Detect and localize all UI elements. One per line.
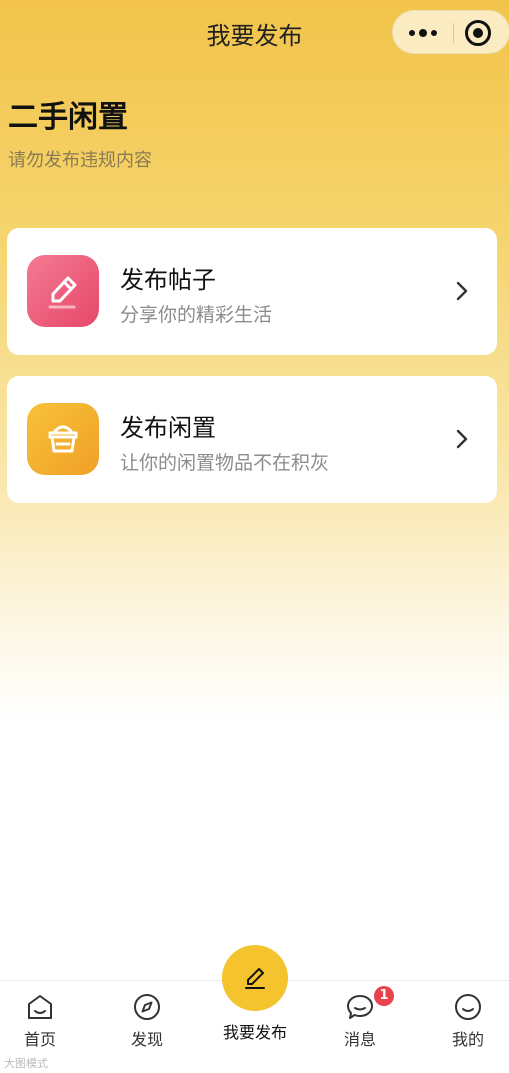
page-subtitle: 请勿发布违规内容 (8, 150, 152, 171)
card-title: 发布闲置 (120, 414, 216, 442)
tab-mine[interactable]: 我的 (428, 992, 508, 1062)
card-title: 发布帖子 (120, 266, 216, 294)
card-description: 让你的闲置物品不在积灰 (120, 452, 330, 474)
tab-publish[interactable]: 我要发布 (210, 945, 300, 1055)
mini-program-capsule (392, 10, 509, 54)
tab-label: 消息 (343, 1030, 376, 1049)
tab-label: 我的 (451, 1030, 484, 1049)
watermark: 大图模式 (4, 1057, 48, 1070)
pencil-icon (27, 255, 99, 327)
more-dot-icon (409, 30, 415, 36)
publish-post-card[interactable]: 发布帖子 分享你的精彩生活 (7, 228, 497, 355)
page-title: 二手闲置 (8, 100, 128, 135)
tab-home[interactable]: 首页 (0, 992, 80, 1062)
pencil-icon (245, 968, 265, 989)
card-description: 分享你的精彩生活 (120, 304, 273, 326)
capsule-divider (453, 23, 454, 43)
unread-badge: 1 (374, 986, 394, 1006)
tab-messages[interactable]: 1 消息 (320, 986, 400, 1062)
tab-discover[interactable]: 发现 (107, 992, 187, 1062)
more-dot-icon (431, 30, 437, 36)
publish-button[interactable] (222, 945, 288, 1011)
smile-icon (455, 994, 481, 1020)
tab-label: 发现 (130, 1030, 163, 1049)
publish-idle-card[interactable]: 发布闲置 让你的闲置物品不在积灰 (7, 376, 497, 503)
compass-icon (134, 994, 160, 1020)
chevron-right-icon (456, 281, 468, 301)
more-button[interactable] (393, 11, 453, 55)
tab-label: 首页 (23, 1030, 56, 1049)
nav-bar: 我要发布 (0, 0, 509, 66)
basket-icon (27, 403, 99, 475)
tab-label: 我要发布 (222, 1023, 287, 1042)
close-button[interactable] (465, 20, 491, 46)
chevron-right-icon (456, 429, 468, 449)
more-dot-icon (419, 29, 427, 37)
chat-icon (347, 995, 373, 1019)
home-icon (28, 995, 52, 1019)
